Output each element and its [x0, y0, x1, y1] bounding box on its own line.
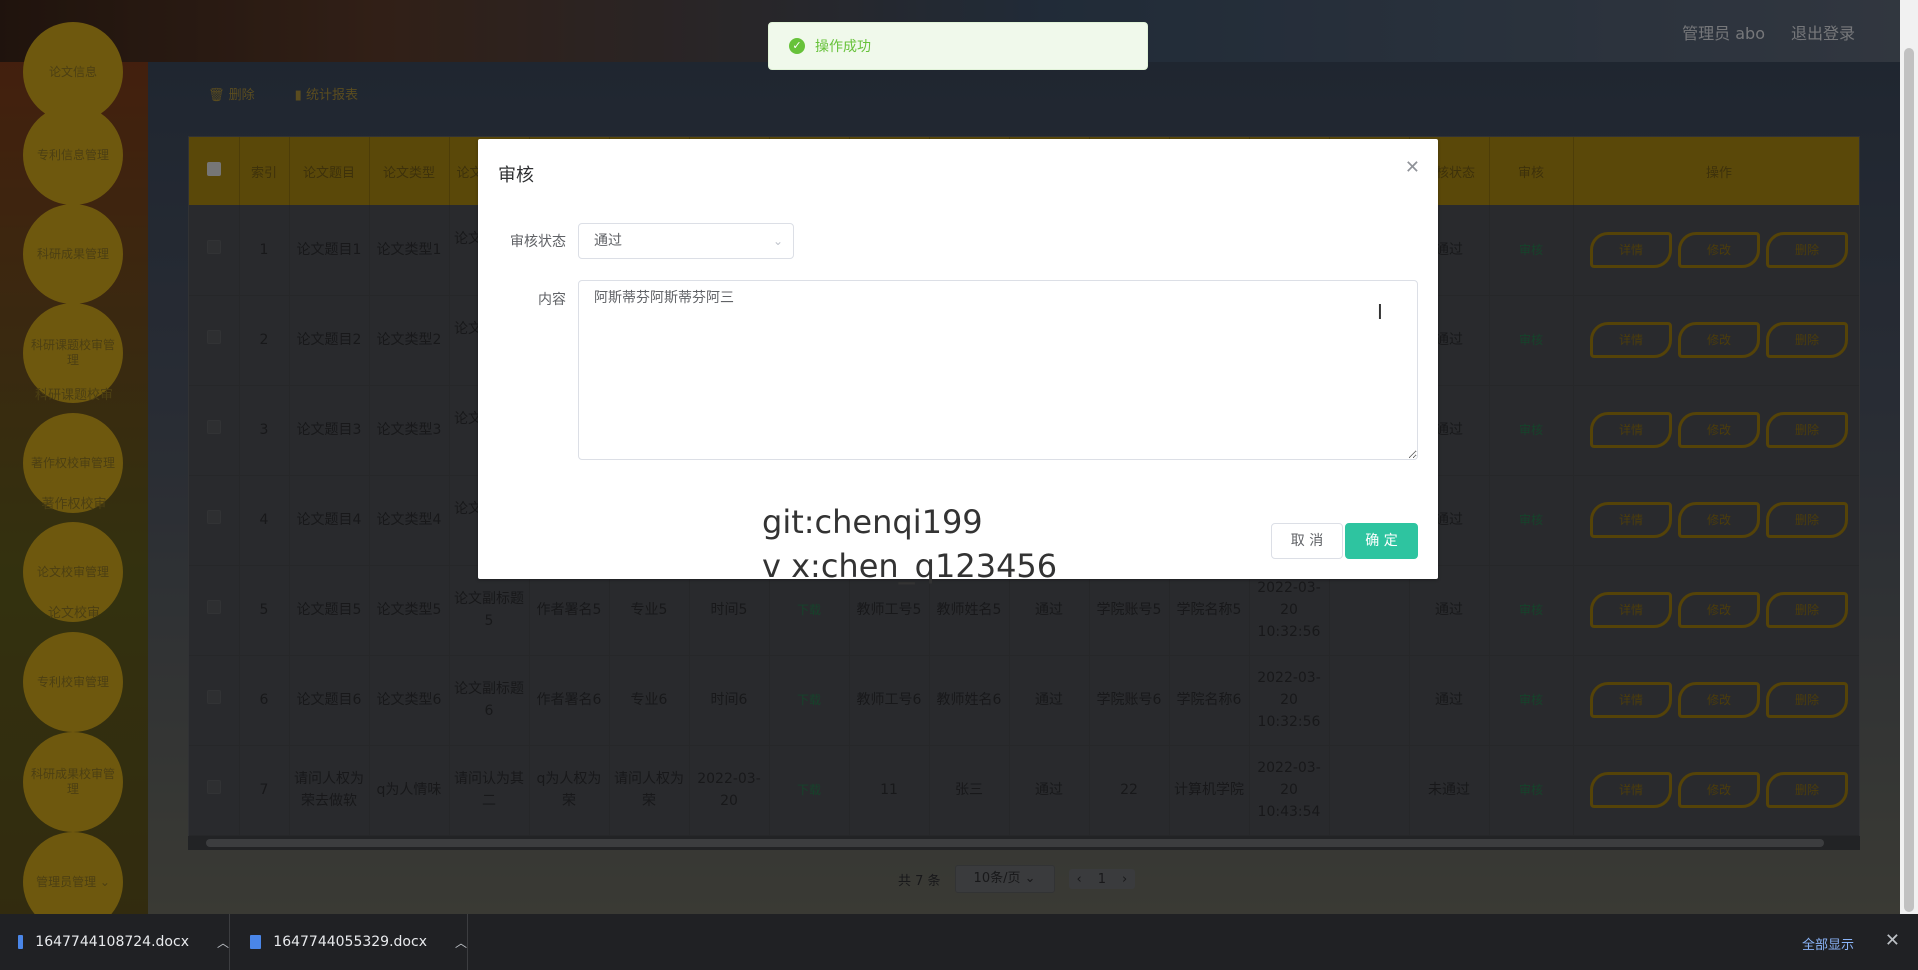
content-textarea[interactable]: 阿斯蒂芬阿斯蒂芬阿三 — [578, 280, 1418, 460]
status-select-value: 通过 — [594, 233, 622, 249]
success-toast: ✓ 操作成功 — [768, 22, 1148, 70]
download-item[interactable]: 1647744055329.docx ︿ — [232, 914, 468, 970]
download-item[interactable]: 1647744108724.docx ︿ — [0, 914, 230, 970]
watermark-line: git:chenqi199 — [762, 503, 983, 541]
vertical-scrollbar[interactable] — [1900, 0, 1918, 914]
close-icon[interactable]: ✕ — [1405, 157, 1420, 178]
chevron-up-icon[interactable]: ︿ — [217, 934, 229, 951]
dialog-title: 审核 — [498, 165, 534, 186]
status-select[interactable]: 通过 ⌄ — [578, 223, 794, 259]
chevron-down-icon: ⌄ — [772, 234, 783, 248]
close-icon[interactable]: ✕ — [1885, 930, 1900, 951]
confirm-button[interactable]: 确 定 — [1345, 523, 1418, 559]
docx-file-icon — [18, 935, 24, 949]
docx-file-icon — [250, 935, 262, 949]
status-label: 审核状态 — [510, 234, 566, 250]
check-circle-icon: ✓ — [789, 38, 805, 54]
chevron-up-icon[interactable]: ︿ — [455, 934, 467, 951]
scrollbar-thumb[interactable] — [1904, 48, 1914, 912]
download-filename: 1647744108724.docx — [35, 934, 189, 950]
cancel-button[interactable]: 取 消 — [1271, 523, 1343, 559]
toast-message: 操作成功 — [815, 39, 871, 55]
watermark-line: v x:chen_q123456 — [762, 547, 1058, 585]
download-filename: 1647744055329.docx — [273, 934, 427, 950]
content-label: 内容 — [538, 292, 566, 308]
text-cursor-icon: I — [1377, 300, 1383, 324]
download-bar: 1647744108724.docx ︿ 1647744055329.docx … — [0, 914, 1918, 970]
show-all-downloads-link[interactable]: 全部显示 — [1802, 934, 1854, 953]
watermark-text: git:chenqi199 v x:chen_q123456 — [762, 500, 1057, 588]
